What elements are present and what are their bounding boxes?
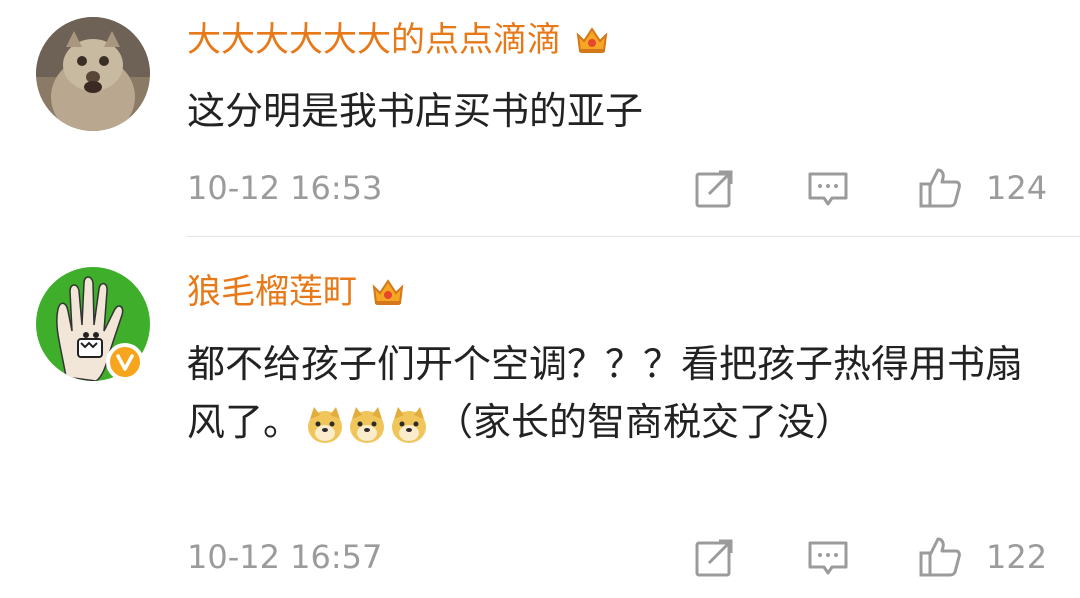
thumbs-up-icon[interactable] (918, 166, 962, 210)
doge-emoji (389, 405, 429, 445)
emoji-group (305, 405, 431, 445)
username[interactable]: 大大大大大大的点点滴滴 (187, 18, 609, 62)
comment-text: 都不给孩子们开个空调？？？看把孩子热得用书扇风了。 （家长的智商税交了没） (187, 335, 1057, 451)
thumbs-up-icon[interactable] (918, 535, 962, 579)
comment-text: 这分明是我书店买书的亚子 (187, 89, 644, 133)
comment-text-part: （家长的智商税交了没） (435, 400, 854, 444)
share-icon[interactable] (693, 166, 737, 210)
comment-feed: 大大大大大大的点点滴滴 这分明是我书店买书的亚子 10-12 16:53 124… (0, 0, 1080, 598)
reply-icon[interactable] (806, 535, 850, 579)
reply-icon[interactable] (806, 166, 850, 210)
username-text[interactable]: 狼毛榴莲町 (187, 270, 357, 314)
timestamp: 10-12 16:53 (187, 169, 383, 207)
doge-emoji (347, 405, 387, 445)
avatar[interactable] (36, 17, 150, 131)
crown-icon (371, 277, 405, 307)
verified-badge-icon (106, 343, 144, 381)
share-icon[interactable] (693, 535, 737, 579)
username-text[interactable]: 大大大大大大的点点滴滴 (187, 18, 561, 62)
like-count: 122 (986, 538, 1048, 576)
comment-item: 大大大大大大的点点滴滴 这分明是我书店买书的亚子 10-12 16:53 124 (0, 0, 1080, 236)
like-count: 124 (986, 169, 1048, 207)
timestamp: 10-12 16:57 (187, 538, 383, 576)
crown-icon (575, 25, 609, 55)
cat-avatar-image (36, 17, 150, 131)
doge-emoji (305, 405, 345, 445)
username[interactable]: 狼毛榴莲町 (187, 270, 405, 314)
comment-item: 狼毛榴莲町 都不给孩子们开个空调？？？看把孩子热得用书扇风了。 （家长的智商税交了… (0, 237, 1080, 598)
